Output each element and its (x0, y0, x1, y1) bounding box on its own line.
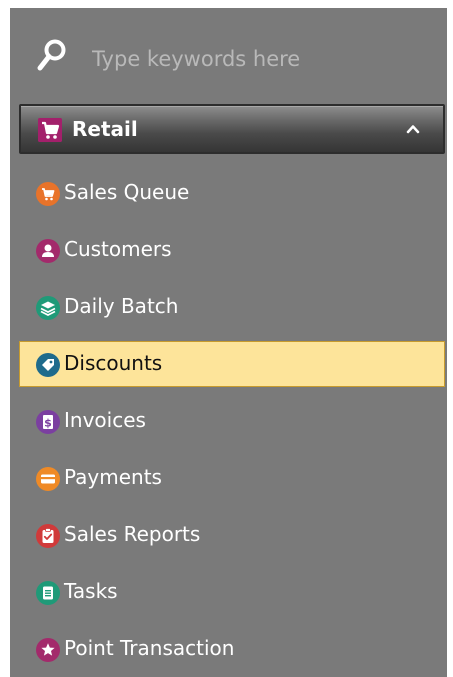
menu-item-label: Payments (64, 465, 162, 489)
search-input[interactable] (92, 44, 412, 74)
menu-item-sales-queue[interactable]: Sales Queue (19, 170, 445, 216)
menu-item-label: Daily Batch (64, 294, 179, 318)
user-icon (36, 239, 60, 263)
menu-item-label: Point Transaction (64, 636, 235, 660)
cart-icon (38, 118, 62, 142)
section-label: Retail (72, 117, 138, 141)
card-icon (36, 467, 60, 491)
tag-icon (36, 353, 60, 377)
menu-item-point-transaction[interactable]: Point Transaction (19, 626, 445, 672)
menu-item-discounts[interactable]: Discounts (19, 341, 445, 387)
list-icon (36, 581, 60, 605)
menu-item-label: Discounts (64, 351, 163, 375)
invoice-icon: $ (36, 410, 60, 434)
search-icon[interactable] (37, 38, 67, 72)
menu-item-label: Sales Queue (64, 180, 190, 204)
svg-text:$: $ (44, 417, 52, 430)
menu-item-label: Tasks (64, 579, 118, 603)
section-header-retail[interactable]: Retail (19, 104, 445, 154)
layers-icon (36, 296, 60, 320)
clipboard-icon (36, 524, 60, 548)
menu-item-customers[interactable]: Customers (19, 227, 445, 273)
menu-item-tasks[interactable]: Tasks (19, 569, 445, 615)
menu-item-sales-reports[interactable]: Sales Reports (19, 512, 445, 558)
menu-item-daily-batch[interactable]: Daily Batch (19, 284, 445, 330)
sidebar-panel: Retail Sales Queue Customers (10, 8, 447, 677)
menu-item-label: Invoices (64, 408, 146, 432)
cart-icon (36, 182, 60, 206)
menu-item-label: Sales Reports (64, 522, 201, 546)
chevron-up-icon[interactable] (404, 120, 422, 138)
star-icon (36, 638, 60, 662)
menu-item-invoices[interactable]: $ Invoices (19, 398, 445, 444)
menu-item-label: Customers (64, 237, 172, 261)
search-bar (10, 8, 447, 102)
menu-item-payments[interactable]: Payments (19, 455, 445, 501)
